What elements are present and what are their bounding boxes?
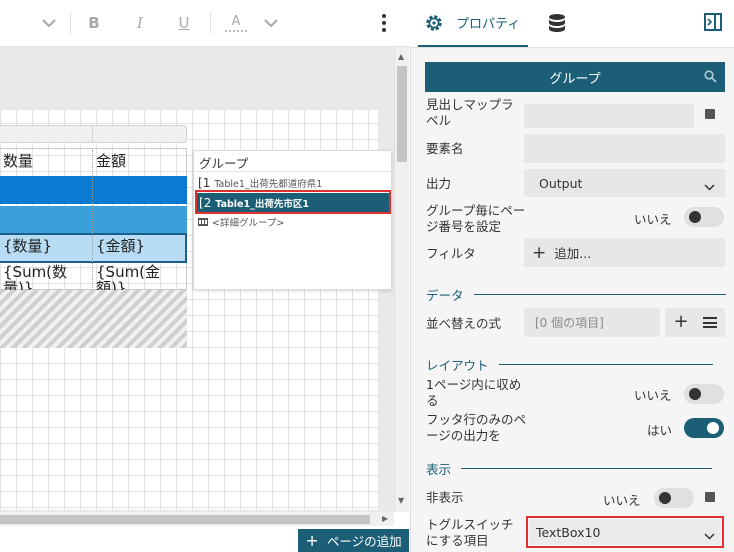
- scroll-down-icon[interactable]: ▼: [398, 496, 404, 505]
- group-panel-title: グループ: [199, 156, 249, 171]
- toggle-knob: [689, 388, 701, 400]
- properties-tab-bar: プロパティ: [410, 0, 734, 48]
- table-header-cell[interactable]: 数量: [0, 150, 92, 176]
- hatched-empty-area: [0, 290, 187, 348]
- format-toolbar: B I U A: [0, 0, 410, 47]
- table-total-cell[interactable]: {Sum(数量)}: [0, 264, 84, 290]
- toggle-knob: [707, 422, 719, 434]
- column-handle-divider: [92, 126, 93, 142]
- toggle-item-label: トグルスイッチにする項目: [426, 517, 514, 548]
- table-header-cell[interactable]: 金額: [93, 150, 187, 176]
- column-handle-bar[interactable]: [0, 125, 187, 143]
- chevron-down-icon[interactable]: [36, 8, 62, 38]
- fit-page-toggle[interactable]: [684, 384, 724, 404]
- chevron-down-icon: [704, 179, 715, 194]
- toolbar-divider: [210, 12, 211, 34]
- fit-page-value: いいえ: [634, 388, 672, 403]
- footer-only-toggle[interactable]: [684, 418, 724, 438]
- footer-only-value: はい: [647, 423, 673, 438]
- section-layout-label: レイアウト: [426, 358, 489, 373]
- sort-field[interactable]: [0 個の項目]: [524, 308, 660, 337]
- add-page-button[interactable]: + ページの追加: [298, 529, 409, 552]
- vertical-scroll-thumb[interactable]: [397, 66, 407, 162]
- tab-properties[interactable]: プロパティ: [418, 0, 528, 47]
- scroll-right-icon[interactable]: ▶: [382, 514, 388, 523]
- section-layout[interactable]: レイアウト: [426, 355, 713, 374]
- footer-only-label: フッタ行のみのページの出力を: [426, 412, 527, 443]
- section-divider: [498, 364, 713, 365]
- sort-label: 並べ替えの式: [426, 316, 502, 331]
- section-divider: [461, 468, 713, 469]
- hidden-value: いいえ: [603, 493, 641, 508]
- section-display-label: 表示: [426, 462, 452, 477]
- page-number-toggle[interactable]: [684, 207, 724, 227]
- section-data-label: データ: [426, 288, 464, 303]
- font-color-button[interactable]: A: [224, 8, 248, 38]
- caption-map-label: 見出しマップラベル: [426, 97, 514, 128]
- detail-group-icon: [198, 218, 208, 226]
- plus-icon[interactable]: +: [672, 312, 690, 332]
- expression-marker-icon[interactable]: [705, 109, 715, 119]
- chevron-down-icon[interactable]: [258, 8, 284, 38]
- group1-header-row[interactable]: [0, 176, 187, 204]
- filter-add-label: 追加...: [554, 246, 592, 261]
- output-value: Output: [539, 175, 583, 191]
- filter-add-button[interactable]: + 追加...: [524, 238, 725, 267]
- group2-header-row[interactable]: [0, 206, 187, 233]
- group-number-value: 1: [202, 176, 211, 190]
- database-icon[interactable]: [548, 13, 570, 35]
- expression-marker-icon[interactable]: [705, 492, 715, 502]
- detail-group-item[interactable]: <詳細グループ>: [198, 214, 388, 230]
- list-icon[interactable]: [703, 317, 717, 328]
- plus-icon: +: [532, 242, 547, 263]
- font-color-swatch: [225, 29, 247, 32]
- add-page-label: ページの追加: [326, 534, 402, 549]
- font-color-letter: A: [231, 13, 241, 29]
- filter-label: フィルタ: [426, 246, 476, 261]
- horizontal-scroll-thumb[interactable]: [0, 515, 370, 524]
- output-select[interactable]: Output: [524, 169, 725, 197]
- element-name-input[interactable]: [524, 134, 725, 163]
- group-label: <詳細グループ>: [212, 218, 285, 229]
- panel-toggle-icon[interactable]: [704, 13, 724, 33]
- group-explorer-panel: グループ [1 Table1_出荷先都道府県1 [2 Table1_出荷先市区1…: [193, 150, 392, 290]
- plus-icon: +: [305, 530, 319, 550]
- properties-header[interactable]: グループ: [425, 62, 725, 92]
- underline-button[interactable]: U: [172, 8, 196, 38]
- divider: [194, 171, 391, 172]
- fit-page-label: 1ページ内に収める: [426, 377, 522, 408]
- hidden-label: 非表示: [426, 490, 464, 505]
- section-data[interactable]: データ: [426, 285, 726, 304]
- sort-value: [0 個の項目]: [535, 316, 604, 330]
- group-label: Table1_出荷先都道府県1: [214, 179, 323, 190]
- column-divider: [92, 150, 93, 290]
- table-detail-cell[interactable]: {金額}: [93, 236, 187, 260]
- search-icon[interactable]: [704, 70, 717, 87]
- section-display[interactable]: 表示: [426, 459, 713, 478]
- gear-icon: [424, 13, 444, 33]
- italic-button[interactable]: I: [128, 8, 152, 38]
- highlight-box: [526, 516, 724, 548]
- toolbar-divider: [70, 12, 71, 34]
- output-label: 出力: [426, 176, 452, 191]
- caption-map-input[interactable]: [524, 104, 694, 128]
- group-number: [1: [198, 176, 211, 190]
- scroll-up-icon[interactable]: ▲: [398, 52, 404, 61]
- hidden-toggle[interactable]: [654, 488, 694, 508]
- section-divider: [473, 294, 726, 295]
- highlight-box: [195, 190, 391, 214]
- properties-header-title: グループ: [549, 71, 601, 87]
- table-detail-cell[interactable]: {数量}: [0, 236, 92, 260]
- bold-button[interactable]: B: [82, 8, 106, 38]
- more-vertical-icon[interactable]: [374, 8, 394, 38]
- toggle-knob: [689, 211, 701, 223]
- tab-properties-label: プロパティ: [456, 17, 521, 32]
- page-number-value: いいえ: [634, 212, 672, 227]
- toggle-knob: [659, 492, 671, 504]
- table-total-cell[interactable]: {Sum(金額)}: [93, 264, 163, 290]
- element-name-label: 要素名: [426, 141, 464, 156]
- page-number-label: グループ毎にページ番号を設定: [426, 203, 526, 234]
